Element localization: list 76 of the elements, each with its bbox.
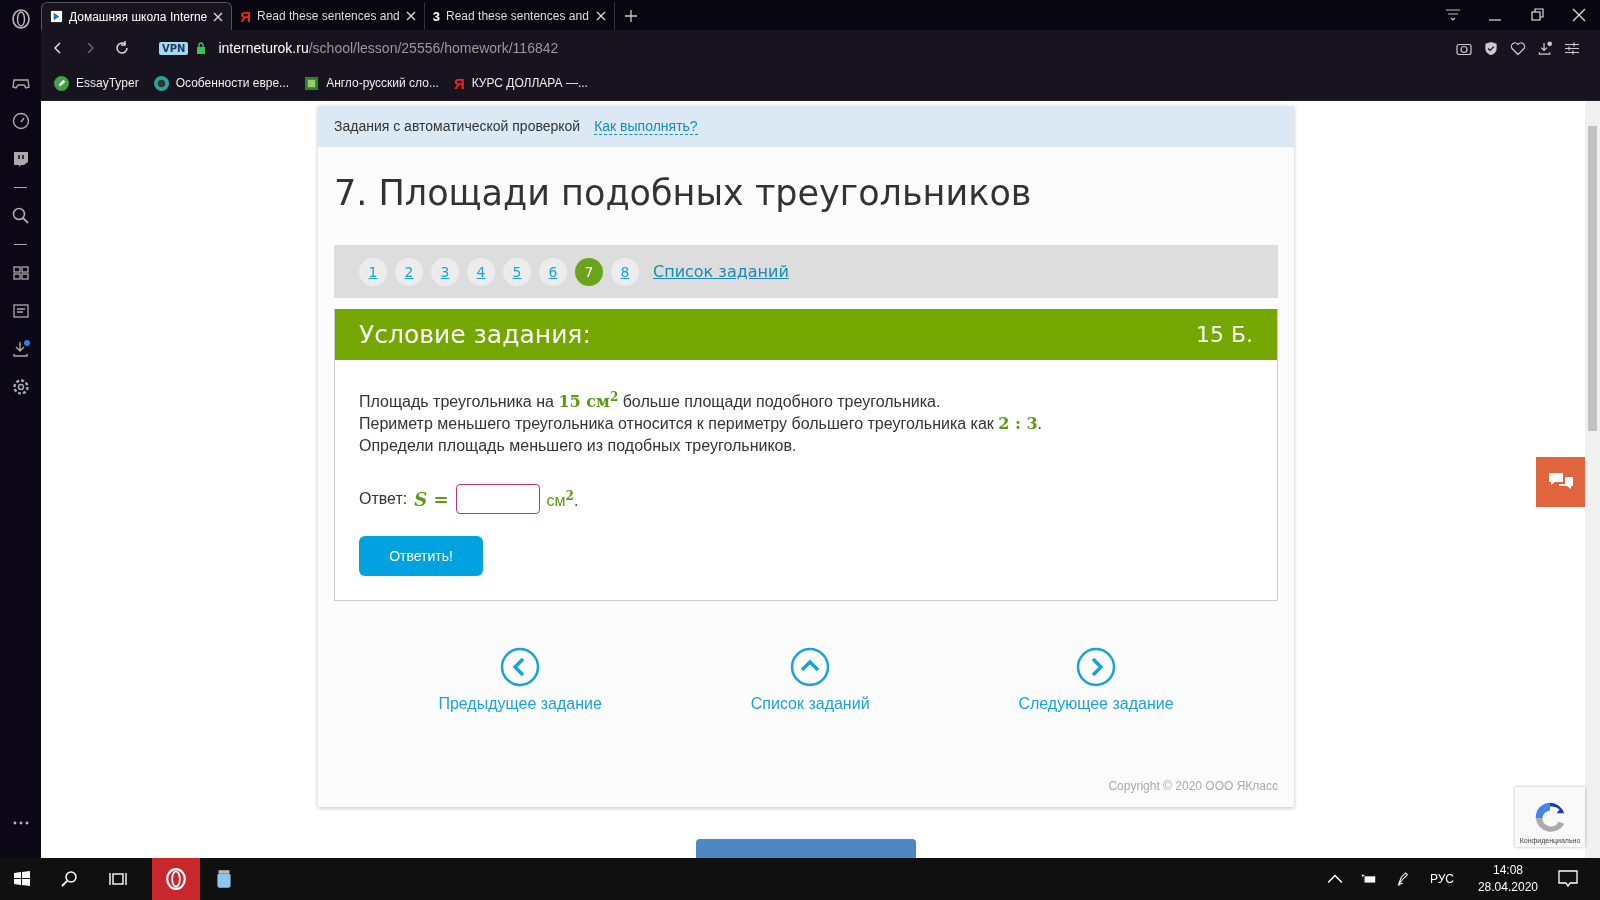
close-icon[interactable] xyxy=(595,11,606,21)
page-icon xyxy=(50,10,63,23)
favicon-glyph: 3 xyxy=(432,8,441,24)
pencil-icon xyxy=(54,75,69,91)
shield-icon[interactable] xyxy=(1483,40,1499,56)
notification-icon[interactable] xyxy=(1558,870,1578,888)
language-indicator[interactable]: РУС xyxy=(1429,872,1454,886)
page-title: 7. Площади подобных треугольников xyxy=(334,173,1033,213)
page-number[interactable]: 5 xyxy=(503,257,531,286)
browser-logo-icon[interactable] xyxy=(10,9,31,29)
page-number[interactable]: 7 xyxy=(575,257,603,286)
task-points: 15 Б. xyxy=(1195,322,1253,347)
page-number[interactable]: 4 xyxy=(467,257,495,286)
page-number[interactable]: 1 xyxy=(359,257,387,286)
reload-icon[interactable] xyxy=(115,41,129,55)
page-number[interactable]: 8 xyxy=(611,257,639,286)
task-header-title: Условие задания: xyxy=(359,320,591,349)
browser-logo-icon xyxy=(165,868,187,890)
speedometer-icon[interactable] xyxy=(10,111,31,131)
chevron-up-icon xyxy=(790,647,831,688)
windows-logo-icon[interactable] xyxy=(12,869,32,889)
copyright-text: Copyright © 2020 ООО ЯКласс xyxy=(1108,779,1278,794)
restore-icon[interactable] xyxy=(1529,8,1545,22)
tab-title: Read these sentences and xyxy=(446,9,590,23)
square-icon xyxy=(304,75,320,91)
settings-icon[interactable] xyxy=(10,377,31,397)
formula-text: S = xyxy=(414,488,449,510)
tab-title: Read these sentences and xyxy=(257,9,400,23)
heart-icon[interactable] xyxy=(1510,40,1526,56)
download-icon[interactable] xyxy=(10,339,31,359)
close-icon[interactable] xyxy=(1571,8,1587,22)
submit-button[interactable]: Ответить! xyxy=(359,536,483,577)
clock[interactable]: 14:08 28.04.2020 xyxy=(1477,862,1538,896)
unit-text: см$^{2}$. xyxy=(546,488,579,510)
favicon-glyph: Я xyxy=(453,74,465,92)
taskbar-app[interactable] xyxy=(152,858,200,900)
chevron-right-icon xyxy=(1075,647,1116,688)
page-number[interactable]: 3 xyxy=(431,257,459,286)
new-tab-icon[interactable] xyxy=(624,10,637,22)
tab-title: Домашняя школа Interne xyxy=(69,9,208,24)
download-icon[interactable] xyxy=(1537,40,1553,56)
tab-menu-icon[interactable] xyxy=(1445,8,1461,22)
chevron-up-icon[interactable] xyxy=(1326,872,1343,886)
close-icon[interactable] xyxy=(405,11,416,21)
nav-link[interactable]: Предыдущее задание xyxy=(438,647,602,714)
task-sentence: Определи площадь меньшего из подобных треугольников. xyxy=(359,436,798,457)
address-field[interactable]: interneturok.ru/school/lesson/25556/homework/116842 xyxy=(218,40,559,56)
nav-link[interactable]: Список заданий xyxy=(750,647,870,714)
settings-sliders-icon[interactable] xyxy=(1564,40,1580,56)
answer-input[interactable] xyxy=(455,484,540,515)
vpn-badge[interactable]: VPN xyxy=(159,41,189,55)
task-sentence: Площадь треугольника на 15 см$^{2}$ больше площади подобного треугольника. xyxy=(359,389,942,414)
task-sentence: Периметр меньшего треугольника относится к периметру большего треугольника как 2 : 3. xyxy=(359,413,1044,436)
close-icon[interactable] xyxy=(213,11,224,22)
bookmark[interactable]: Особенности евре... xyxy=(153,75,290,91)
grid-icon[interactable] xyxy=(10,263,31,283)
favicon-glyph: Я xyxy=(240,7,251,25)
task-list-link[interactable]: Список заданий xyxy=(653,262,789,281)
answer-label: Ответ: xyxy=(359,490,408,509)
page-number[interactable]: 2 xyxy=(395,257,423,286)
search-icon[interactable] xyxy=(10,206,31,226)
bookmark[interactable]: EssayTyper xyxy=(54,75,139,91)
page-number[interactable]: 6 xyxy=(539,257,567,286)
bookmark[interactable]: Я КУРС ДОЛЛАРА —... xyxy=(453,74,588,92)
lock-icon xyxy=(196,42,207,54)
nav-link[interactable]: Следующее задание xyxy=(1018,647,1174,714)
search-icon[interactable] xyxy=(60,869,80,889)
battery-icon[interactable] xyxy=(1360,872,1377,886)
info-text: Задания с автоматической проверкой xyxy=(334,118,581,135)
chat-button[interactable] xyxy=(1536,457,1585,507)
bookmark[interactable]: Англо-русский сло... xyxy=(304,75,439,91)
start-test-button[interactable] xyxy=(696,839,916,858)
browser-tab[interactable]: Домашняя школа Interne xyxy=(41,2,233,30)
help-link[interactable]: Как выполнять? xyxy=(594,118,698,135)
news-icon[interactable] xyxy=(10,301,31,321)
chevron-left-icon xyxy=(500,647,541,688)
